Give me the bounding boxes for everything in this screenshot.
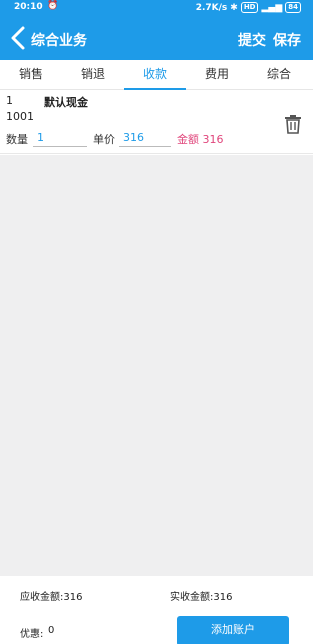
battery-level: 84 — [288, 3, 298, 11]
status-icons: 2.7K/s ✱ HD ▂▄▆ 84 — [196, 2, 301, 13]
discount-value[interactable]: 0 — [48, 625, 54, 636]
tab-bar: 销售 销退 收款 费用 综合 — [0, 60, 313, 90]
price-label: 单价 — [93, 133, 115, 146]
tab-expense[interactable]: 费用 — [186, 60, 248, 90]
battery-icon: 84 — [285, 2, 301, 13]
item-name: 默认现金 — [44, 96, 88, 109]
discount-label: 优惠: — [20, 629, 44, 640]
amount-text: 金额 316 — [177, 133, 224, 146]
status-bar: 20:10 ⏰ 2.7K/s ✱ HD ▂▄▆ 84 — [0, 0, 313, 16]
submit-button[interactable]: 提交 — [238, 30, 266, 50]
back-arrow-icon[interactable] — [8, 25, 30, 51]
trash-icon[interactable] — [284, 114, 302, 134]
add-account-button[interactable]: 添加账户 — [177, 616, 289, 644]
tab-general[interactable]: 综合 — [248, 60, 310, 90]
tab-sales-return[interactable]: 销退 — [62, 60, 124, 90]
status-time: 20:10 — [14, 2, 43, 12]
list-item: 1 默认现金 1001 数量 1 单价 316 金额 316 — [0, 91, 313, 154]
save-button[interactable]: 保存 — [273, 30, 301, 50]
tab-receipt[interactable]: 收款 — [124, 60, 186, 90]
receivable-amount: 应收金额:316 — [20, 592, 83, 603]
signal-icon: ▂▄▆ — [261, 2, 283, 13]
empty-area — [0, 155, 313, 576]
received-amount: 实收金额:316 — [170, 592, 233, 603]
footer-summary: 应收金额:316 实收金额:316 优惠: 0 添加账户 — [0, 576, 313, 644]
network-speed: 2.7K/s — [195, 2, 228, 13]
tab-sales[interactable]: 销售 — [0, 60, 62, 90]
item-index: 1 — [6, 94, 13, 107]
bluetooth-icon: ✱ — [230, 2, 238, 13]
qty-label: 数量 — [6, 133, 28, 146]
hd-icon: HD — [240, 2, 259, 13]
page-title: 综合业务 — [31, 33, 87, 49]
alarm-icon: ⏰ — [47, 1, 59, 11]
price-input[interactable]: 316 — [119, 129, 171, 147]
item-code: 1001 — [6, 110, 34, 123]
app-bar: 综合业务 提交 保存 — [0, 16, 313, 60]
qty-input[interactable]: 1 — [33, 129, 87, 147]
